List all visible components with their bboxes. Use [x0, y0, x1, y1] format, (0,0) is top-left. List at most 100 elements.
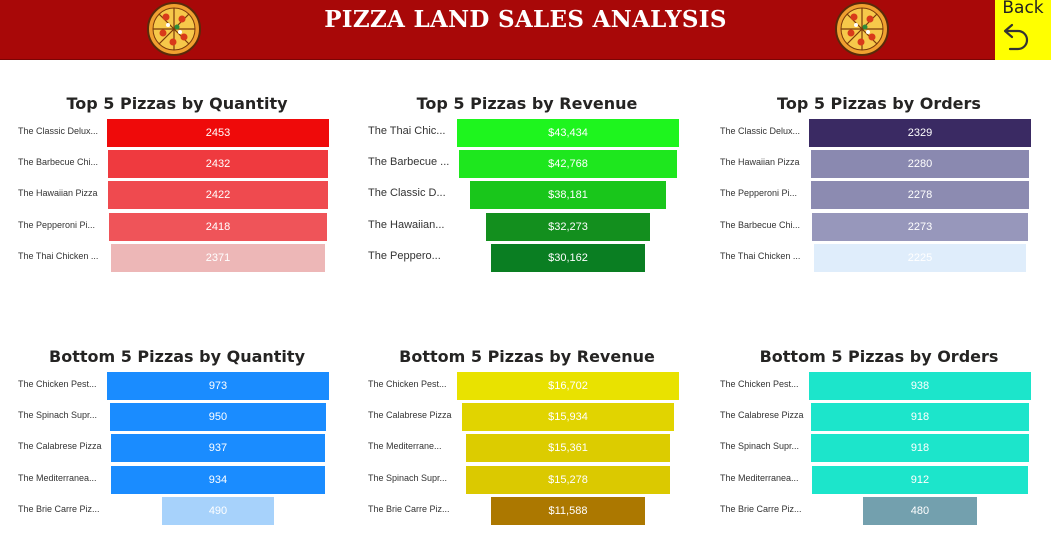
funnel-bar[interactable]: $43,434 — [457, 119, 679, 147]
category-label: The Calabrese Pizza — [720, 410, 804, 421]
funnel-row[interactable]: The Chicken Pest... 973 — [18, 372, 336, 400]
funnel-bar[interactable]: 912 — [812, 465, 1028, 494]
funnel-bar[interactable]: 2273 — [811, 212, 1029, 241]
funnel-row[interactable]: The Barbecue ... $42,768 — [368, 150, 686, 179]
funnel-row[interactable]: The Thai Chic... $43,434 — [368, 119, 686, 147]
funnel-bar[interactable]: 2422 — [108, 181, 328, 210]
funnel-bar[interactable]: 918 — [811, 403, 1029, 432]
funnel-bar[interactable]: 973 — [107, 372, 329, 400]
funnel-chart-top-orders: Top 5 Pizzas by Orders The Classic Delux… — [720, 94, 1038, 279]
funnel-bar[interactable]: 2371 — [110, 243, 326, 272]
funnel-bar[interactable]: 2418 — [108, 212, 328, 241]
funnel-bar[interactable]: $15,361 — [465, 434, 671, 463]
category-label: The Thai Chicken ... — [18, 250, 99, 261]
funnel-row[interactable]: The Classic D... $38,181 — [368, 181, 686, 210]
funnel-bar[interactable]: 480 — [863, 496, 977, 525]
category-label: The Chicken Pest... — [720, 379, 799, 389]
funnel-row[interactable]: The Mediterrane... $15,361 — [368, 434, 686, 463]
funnel-row[interactable]: The Calabrese Pizza $15,934 — [368, 403, 686, 432]
category-label: The Classic Delux... — [720, 126, 801, 136]
funnel-bar[interactable]: 918 — [811, 434, 1029, 463]
category-label: The Calabrese Pizza — [18, 441, 102, 452]
category-label: The Brie Carre Piz... — [18, 503, 100, 514]
funnel-row[interactable]: The Spinach Supr... 950 — [18, 403, 336, 432]
category-label: The Classic D... — [368, 187, 446, 200]
category-label: The Calabrese Pizza — [368, 410, 452, 421]
funnel-row[interactable]: The Mediterranea... 912 — [720, 465, 1038, 494]
category-label: The Barbecue Chi... — [18, 157, 99, 168]
funnel-chart-bottom-orders: Bottom 5 Pizzas by Orders The Chicken Pe… — [720, 347, 1038, 532]
funnel-bar[interactable]: 2280 — [811, 150, 1029, 179]
funnel-bar[interactable]: 938 — [809, 372, 1031, 400]
funnel-row[interactable]: The Spinach Supr... $15,278 — [368, 465, 686, 494]
pizza-icon — [835, 2, 889, 56]
category-label: The Hawaiian... — [368, 218, 445, 231]
back-label: Back — [1002, 0, 1044, 18]
category-label: The Mediterranea... — [18, 472, 97, 483]
funnel-bar[interactable]: 2432 — [107, 150, 329, 179]
funnel-bar[interactable]: 934 — [111, 465, 325, 494]
funnel-row[interactable]: The Brie Carre Piz... 490 — [18, 496, 336, 525]
funnel-row[interactable]: The Calabrese Pizza 937 — [18, 434, 336, 463]
chart-title: Bottom 5 Pizzas by Revenue — [399, 347, 655, 366]
funnel-bar[interactable]: 2225 — [813, 243, 1027, 272]
funnel-row[interactable]: The Barbecue Chi... 2432 — [18, 150, 336, 179]
chart-title: Top 5 Pizzas by Quantity — [66, 94, 288, 113]
funnel-row[interactable]: The Mediterranea... 934 — [18, 465, 336, 494]
funnel-bar[interactable]: $38,181 — [470, 181, 666, 210]
back-button[interactable]: Back — [995, 0, 1051, 60]
funnel-bar[interactable]: $15,934 — [462, 403, 674, 432]
category-label: The Peppero... — [368, 249, 441, 262]
funnel-row[interactable]: The Thai Chicken ... 2371 — [18, 243, 336, 272]
funnel-bar[interactable]: $32,273 — [485, 212, 651, 241]
category-label: The Spinach Supr... — [720, 441, 800, 452]
chart-title: Bottom 5 Pizzas by Orders — [759, 347, 999, 366]
category-label: The Spinach Supr... — [368, 472, 448, 483]
funnel-bar[interactable]: 2453 — [107, 119, 329, 147]
funnel-row[interactable]: The Hawaiian Pizza 2280 — [720, 150, 1038, 179]
category-label: The Mediterranea... — [720, 472, 799, 483]
funnel-row[interactable]: The Calabrese Pizza 918 — [720, 403, 1038, 432]
category-label: The Pepperoni Pi... — [18, 219, 96, 230]
funnel-bar[interactable]: $16,702 — [457, 372, 679, 400]
funnel-bar[interactable]: 950 — [109, 403, 327, 432]
funnel-bar[interactable]: $11,588 — [490, 496, 645, 525]
funnel-row[interactable]: The Barbecue Chi... 2273 — [720, 212, 1038, 241]
funnel-row[interactable]: The Hawaiian... $32,273 — [368, 212, 686, 241]
funnel-bar[interactable]: 490 — [162, 496, 274, 525]
category-label: The Hawaiian Pizza — [18, 188, 98, 199]
chart-title: Bottom 5 Pizzas by Quantity — [49, 347, 305, 366]
funnel-row[interactable]: The Classic Delux... 2453 — [18, 119, 336, 147]
funnel-bar[interactable]: 2278 — [811, 181, 1029, 210]
category-label: The Classic Delux... — [18, 126, 99, 136]
funnel-bar[interactable]: $15,278 — [466, 465, 670, 494]
funnel-row[interactable]: The Chicken Pest... 938 — [720, 372, 1038, 400]
funnel-row[interactable]: The Brie Carre Piz... 480 — [720, 496, 1038, 525]
funnel-bar[interactable]: $42,768 — [458, 150, 678, 179]
category-label: The Chicken Pest... — [18, 379, 97, 389]
chart-title: Top 5 Pizzas by Revenue — [416, 94, 638, 113]
funnel-chart-top-quantity: Top 5 Pizzas by Quantity The Classic Del… — [18, 94, 336, 279]
pizza-icon — [147, 2, 201, 56]
funnel-row[interactable]: The Hawaiian Pizza 2422 — [18, 181, 336, 210]
category-label: The Pepperoni Pi... — [720, 188, 798, 199]
category-label: The Chicken Pest... — [368, 379, 447, 389]
funnel-row[interactable]: The Classic Delux... 2329 — [720, 119, 1038, 147]
category-label: The Brie Carre Piz... — [720, 503, 802, 514]
funnel-row[interactable]: The Brie Carre Piz... $11,588 — [368, 496, 686, 525]
category-label: The Thai Chicken ... — [720, 250, 801, 261]
funnel-bar[interactable]: $30,162 — [490, 243, 646, 272]
funnel-row[interactable]: The Pepperoni Pi... 2418 — [18, 212, 336, 241]
funnel-bar[interactable]: 937 — [111, 434, 325, 463]
funnel-row[interactable]: The Chicken Pest... $16,702 — [368, 372, 686, 400]
funnel-row[interactable]: The Pepperoni Pi... 2278 — [720, 181, 1038, 210]
funnel-chart-bottom-quantity: Bottom 5 Pizzas by Quantity The Chicken … — [18, 347, 336, 532]
funnel-row[interactable]: The Peppero... $30,162 — [368, 243, 686, 272]
funnel-row[interactable]: The Spinach Supr... 918 — [720, 434, 1038, 463]
undo-arrow-icon — [1003, 23, 1029, 51]
funnel-bar[interactable]: 2329 — [809, 119, 1031, 147]
funnel-row[interactable]: The Thai Chicken ... 2225 — [720, 243, 1038, 272]
chart-title: Top 5 Pizzas by Orders — [777, 94, 981, 113]
category-label: The Spinach Supr... — [18, 410, 98, 421]
category-label: The Barbecue Chi... — [720, 219, 801, 230]
